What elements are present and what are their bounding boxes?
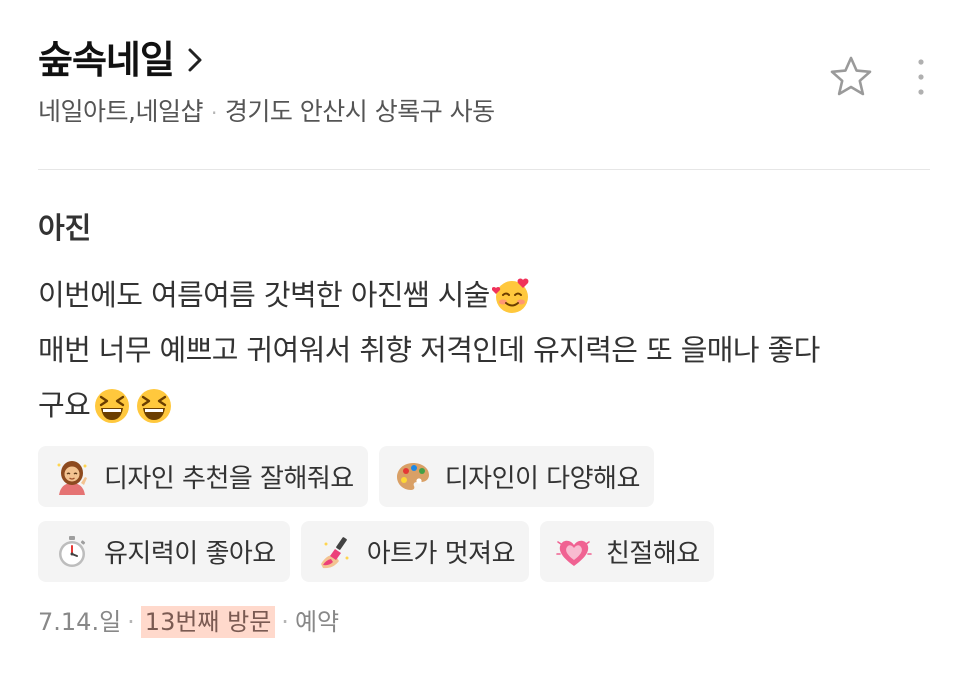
chevron-right-icon[interactable]	[182, 47, 208, 73]
separator-dot: ·	[281, 608, 289, 636]
visit-count-badge: 13번째 방문	[140, 606, 276, 638]
review-card: 숲속네일 네일아트,네일샵 · 경기도 안산시 상록구 사동 아진 이번에도 여름여…	[0, 0, 966, 676]
place-address: 경기도 안산시 상록구 사동	[224, 97, 495, 126]
place-meta: 네일아트,네일샵 · 경기도 안산시 상록구 사동	[38, 94, 928, 131]
artist-palette-icon	[396, 462, 429, 490]
chip-row: 디자인 추천을 잘해줘요 디자인이 다양해요	[38, 446, 930, 507]
keyword-label: 친절해요	[606, 539, 700, 569]
review-line-text: 구요	[38, 388, 91, 422]
reviewer-name[interactable]: 아진	[38, 206, 91, 250]
keyword-label: 유지력이 좋아요	[104, 539, 276, 569]
review-footer: 7.14.일 · 13번째 방문 · 예약	[38, 604, 339, 640]
keyword-chip[interactable]: 아트가 멋져요	[300, 521, 530, 582]
place-header: 숲속네일 네일아트,네일샵 · 경기도 안산시 상록구 사동	[38, 32, 928, 131]
more-vertical-icon[interactable]	[914, 57, 928, 97]
review-line: 구요	[38, 378, 928, 433]
keyword-chip[interactable]: 디자인 추천을 잘해줘요	[38, 446, 368, 507]
nail-polish-icon	[320, 536, 349, 568]
growing-heart-icon	[556, 540, 592, 566]
review-line-text: 이번에도 여름여름 갓벽한 아진쌤 시술	[38, 278, 490, 312]
visit-date: 7.14.일	[38, 608, 122, 636]
visit-type: 예약	[294, 608, 340, 636]
place-title-link[interactable]: 숲속네일	[38, 32, 928, 88]
grinning-squinting-face-icon	[95, 388, 130, 423]
grinning-squinting-face-icon	[137, 388, 172, 423]
keyword-chip[interactable]: 유지력이 좋아요	[38, 521, 290, 582]
separator-dot: ·	[210, 101, 217, 125]
review-line: 매번 너무 예쁘고 귀여워서 취향 저격인데 유지력은 또 을매나 좋다	[38, 323, 928, 378]
header-actions	[828, 54, 928, 100]
separator-dot: ·	[127, 608, 135, 636]
keyword-label: 디자인 추천을 잘해줘요	[104, 464, 354, 494]
star-outline-icon[interactable]	[828, 54, 874, 100]
review-text[interactable]: 이번에도 여름여름 갓벽한 아진쌤 시술 매번 너무 예쁘고 귀여워서 취향 저…	[38, 268, 928, 433]
keyword-chip[interactable]: 디자인이 다양해요	[378, 446, 654, 507]
keyword-chips: 디자인 추천을 잘해줘요 디자인이 다양해요 유지력이 좋아요 아트가 멋져요 …	[38, 446, 930, 596]
stopwatch-icon	[59, 535, 86, 567]
place-category: 네일아트,네일샵	[38, 97, 203, 126]
woman-tipping-hand-icon	[57, 460, 87, 495]
keyword-label: 아트가 멋져요	[366, 539, 516, 569]
review-line-text: 매번 너무 예쁘고 귀여워서 취향 저격인데 유지력은 또 을매나 좋다	[38, 333, 820, 367]
smiling-face-with-hearts-icon	[491, 278, 529, 313]
chip-row: 유지력이 좋아요 아트가 멋져요 친절해요	[38, 521, 930, 582]
keyword-label: 디자인이 다양해요	[444, 464, 641, 494]
review-line: 이번에도 여름여름 갓벽한 아진쌤 시술	[38, 268, 928, 323]
divider	[38, 169, 930, 170]
place-name[interactable]: 숲속네일	[38, 32, 175, 88]
keyword-chip[interactable]: 친절해요	[540, 521, 714, 582]
